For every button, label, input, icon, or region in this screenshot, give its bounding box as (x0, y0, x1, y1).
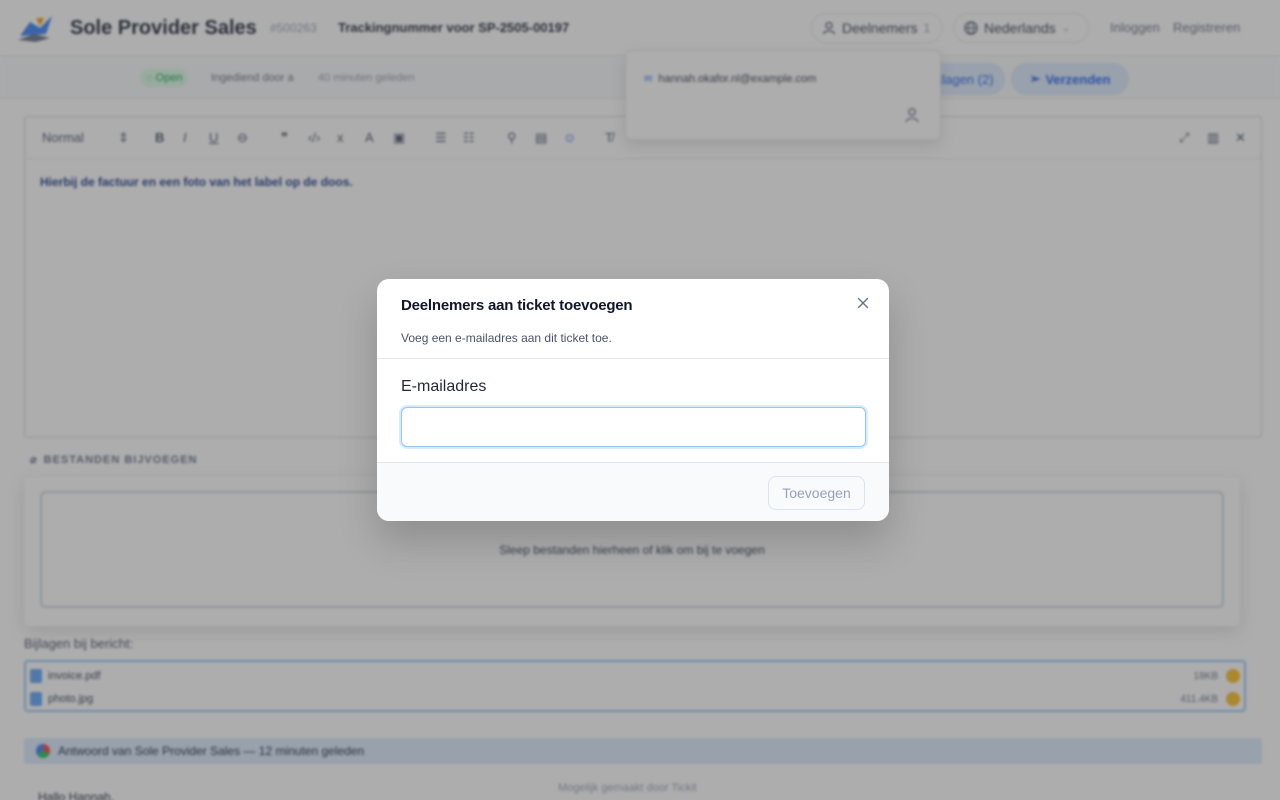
close-button[interactable] (855, 295, 871, 311)
dialog-title: Deelnemers aan ticket toevoegen (401, 297, 633, 314)
dialog-footer: Toevoegen (377, 462, 889, 521)
email-label: E-mailadres (401, 378, 487, 395)
close-icon (857, 297, 869, 309)
add-participants-dialog: Deelnemers aan ticket toevoegen Voeg een… (377, 279, 889, 521)
add-button[interactable]: Toevoegen (768, 476, 865, 510)
dialog-body: E-mailadres (377, 359, 889, 463)
dialog-description: Voeg een e-mailadres aan dit ticket toe. (401, 331, 612, 345)
email-field[interactable] (401, 407, 866, 447)
dialog-header: Deelnemers aan ticket toevoegen Voeg een… (377, 279, 889, 359)
